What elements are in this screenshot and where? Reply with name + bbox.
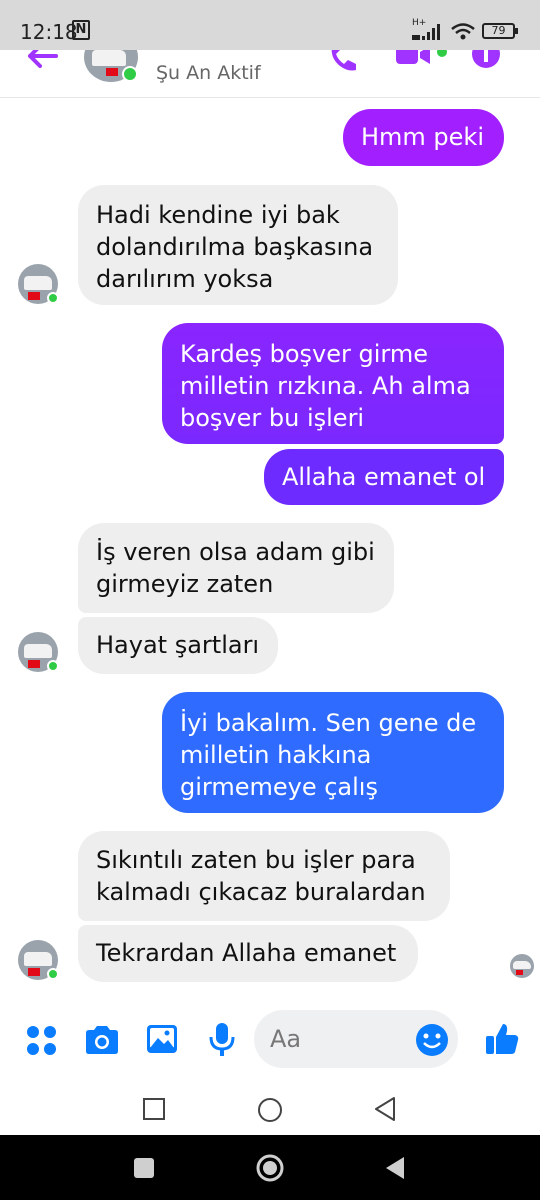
message-line: dolandırılma başkasına: [96, 233, 374, 261]
wifi-icon: [451, 23, 475, 40]
message-line: Sıkıntılı zaten bu işler para: [96, 846, 416, 874]
message-line: İyi bakalım. Sen gene de: [180, 709, 477, 737]
battery-tip: [515, 28, 518, 34]
online-dot: [47, 968, 59, 980]
outgoing-message[interactable]: Hmm peki: [343, 109, 504, 166]
camera-icon[interactable]: [84, 1025, 120, 1055]
message-line: Tekrardan Allaha emanet: [96, 939, 397, 967]
incoming-message[interactable]: Hayat şartları: [78, 617, 278, 674]
online-dot: [47, 660, 59, 672]
message-line: Hayat şartları: [96, 631, 260, 659]
incoming-message[interactable]: Sıkıntılı zaten bu işler para kalmadı çı…: [78, 831, 450, 921]
back-icon[interactable]: [372, 1096, 398, 1122]
message-line: milletin hakkına: [180, 741, 372, 769]
system-navigation-bar: [0, 1135, 540, 1200]
video-call-icon[interactable]: [396, 50, 450, 70]
message-line: darılırım yoksa: [96, 265, 274, 293]
message-line: Kardeş boşver girme: [180, 340, 428, 368]
thumbs-up-icon[interactable]: [484, 1022, 520, 1056]
message-line: milletin rızkına. Ah alma: [180, 372, 471, 400]
message-line: Allaha emanet ol: [282, 463, 486, 491]
recents-icon[interactable]: [142, 1097, 166, 1121]
gallery-icon[interactable]: [146, 1024, 178, 1054]
outgoing-message[interactable]: Kardeş boşver girme milletin rızkına. Ah…: [162, 323, 504, 444]
outgoing-message[interactable]: İyi bakalım. Sen gene de milletin hakkın…: [162, 692, 504, 813]
battery-icon: 79: [482, 23, 515, 39]
system-back-icon[interactable]: [384, 1156, 406, 1180]
incoming-message[interactable]: İş veren olsa adam gibi girmeyiz zaten: [78, 523, 394, 613]
seen-receipt-avatar: [510, 954, 534, 978]
message-line: girmemeye çalış: [180, 773, 378, 801]
status-time: 12:18: [20, 20, 78, 44]
status-bar: 12:18 N H+ 79: [0, 0, 540, 50]
composer-bar: [0, 1010, 540, 1070]
navigation-bar: [0, 1080, 540, 1135]
info-icon[interactable]: [470, 50, 502, 72]
incoming-message[interactable]: Hadi kendine iyi bak dolandırılma başkas…: [78, 185, 398, 305]
signal-icon: [412, 24, 440, 40]
contact-online-dot: [122, 66, 138, 82]
emoji-icon[interactable]: [415, 1023, 449, 1057]
online-dot: [47, 292, 59, 304]
contact-status: Şu An Aktif: [156, 62, 261, 84]
incoming-message[interactable]: Tekrardan Allaha emanet: [78, 925, 418, 982]
message-line: girmeyiz zaten: [96, 570, 274, 598]
microphone-icon[interactable]: [208, 1022, 236, 1058]
menu-dots-icon[interactable]: [26, 1025, 58, 1057]
home-icon[interactable]: [256, 1096, 284, 1124]
message-line: İş veren olsa adam gibi: [96, 538, 375, 566]
chat-header: Şu An Aktif: [0, 50, 540, 98]
system-home-icon[interactable]: [255, 1153, 285, 1183]
system-recents-icon[interactable]: [134, 1158, 154, 1178]
message-line: Hmm peki: [361, 123, 484, 151]
message-line: kalmadı çıkacaz buralardan: [96, 878, 426, 906]
outgoing-message[interactable]: Allaha emanet ol: [264, 449, 504, 505]
message-line: Hadi kendine iyi bak: [96, 201, 340, 229]
back-arrow-icon[interactable]: [26, 50, 60, 72]
message-line: boşver bu işleri: [180, 404, 365, 432]
phone-call-icon[interactable]: [326, 50, 360, 74]
nfc-icon: N: [72, 20, 90, 40]
